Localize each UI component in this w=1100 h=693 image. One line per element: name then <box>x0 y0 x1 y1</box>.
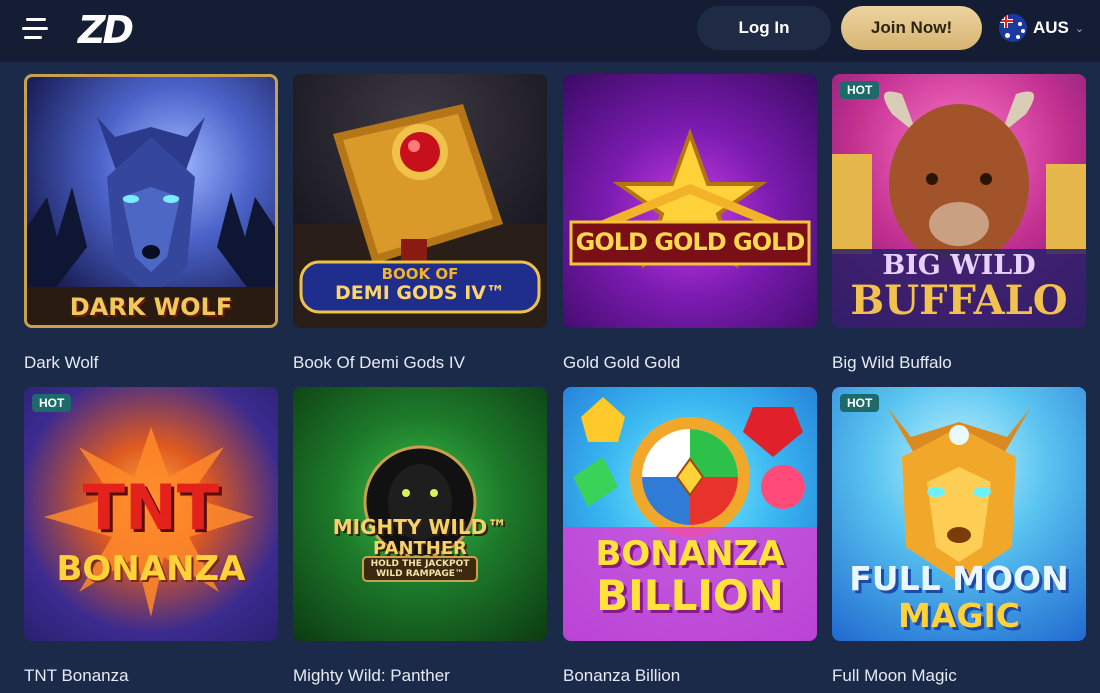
panther-artwork <box>362 445 478 582</box>
game-art-title: HOLD THE JACKPOT <box>370 559 470 569</box>
game-art-title: BUFFALO <box>850 277 1068 324</box>
game-art-title: PANTHER <box>372 538 468 559</box>
chevron-down-icon: ⌄ <box>1074 21 1085 35</box>
game-title[interactable]: Dark Wolf <box>24 353 278 373</box>
join-now-button[interactable]: Join Now! <box>841 6 982 50</box>
game-thumbnail[interactable]: HOT FULL MOON MAGIC <box>832 387 1086 641</box>
game-thumbnail[interactable]: HOT BIG WILD BUFFALO <box>832 74 1086 328</box>
site-logo[interactable]: ZD <box>78 8 134 52</box>
game-art-title: FULL MOON <box>849 559 1069 598</box>
game-thumbnail[interactable]: HOT TNT BONANZA <box>24 387 278 641</box>
game-art-title: BOOK OF <box>381 265 459 283</box>
top-header: ZD Log In Join Now! AUS ⌄ <box>0 0 1100 62</box>
game-art-title: DARK WOLF <box>69 293 233 321</box>
game-thumbnail[interactable]: BOOK OF DEMI GODS IV™ <box>293 74 547 328</box>
game-title[interactable]: Book Of Demi Gods IV <box>293 353 547 373</box>
game-art-title: TNT <box>82 471 220 544</box>
game-title[interactable]: Bonanza Billion <box>563 666 817 686</box>
game-title[interactable]: Big Wild Buffalo <box>832 353 1086 373</box>
game-grid: DARK WOLF Dark Wolf BOOK OF DEMI GODS IV… <box>0 62 1100 693</box>
hot-badge: HOT <box>32 394 72 412</box>
game-art-title: MIGHTY WILD™ <box>332 515 508 539</box>
game-art-title: DEMI GODS IV™ <box>335 282 505 304</box>
game-art-title: BIG WILD <box>882 250 1036 281</box>
game-title[interactable]: TNT Bonanza <box>24 666 278 686</box>
game-art-title: BILLION <box>596 571 784 620</box>
game-thumbnail[interactable]: MIGHTY WILD™ PANTHER HOLD THE JACKPOT WI… <box>293 387 547 641</box>
hot-badge: HOT <box>840 394 880 412</box>
region-selector[interactable]: AUS ⌄ <box>999 13 1084 43</box>
star-artwork <box>569 128 811 269</box>
login-button[interactable]: Log In <box>697 6 831 50</box>
game-title[interactable]: Mighty Wild: Panther <box>293 666 547 686</box>
game-art-title: GOLD GOLD GOLD <box>575 228 806 256</box>
region-label: AUS <box>1033 18 1069 37</box>
game-title[interactable]: Full Moon Magic <box>832 666 1086 686</box>
menu-icon[interactable] <box>22 15 50 43</box>
game-thumbnail[interactable]: DARK WOLF <box>24 74 278 328</box>
hot-badge: HOT <box>840 81 880 99</box>
game-thumbnail[interactable]: BONANZA BILLION <box>563 387 817 641</box>
game-art-title: BONANZA <box>56 549 246 589</box>
game-art-title: WILD RAMPAGE™ <box>376 569 464 579</box>
game-title[interactable]: Gold Gold Gold <box>563 353 817 373</box>
game-thumbnail[interactable]: GOLD GOLD GOLD <box>563 74 817 328</box>
game-art-title: BONANZA <box>595 534 785 574</box>
australia-flag-icon <box>999 14 1027 42</box>
wolf-artwork <box>27 117 275 325</box>
game-art-title: MAGIC <box>898 596 1020 635</box>
